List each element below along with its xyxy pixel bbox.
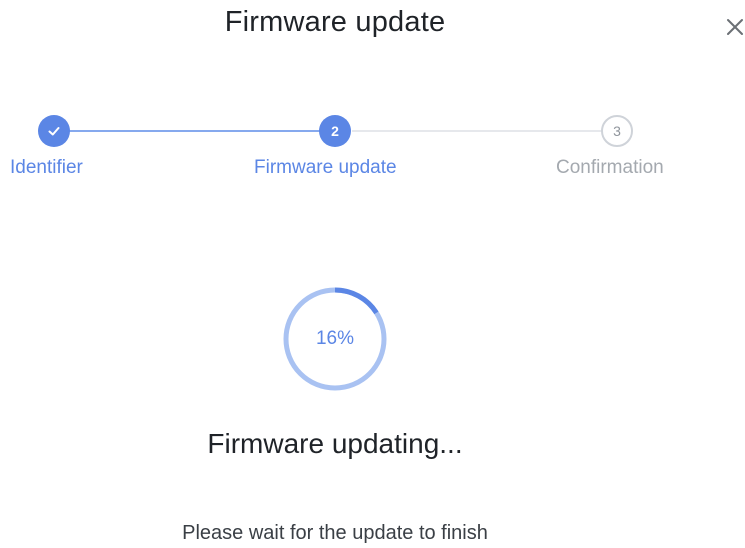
firmware-update-dialog: Firmware update 2 3 Identifier Firmware … bbox=[0, 0, 745, 548]
step-2-label[interactable]: Firmware update bbox=[254, 157, 397, 179]
status-subtitle: Please wait for the update to finish bbox=[182, 522, 488, 544]
step-connector-completed bbox=[56, 130, 334, 132]
progress-ring: 16% bbox=[280, 284, 390, 394]
progress-percent: 16% bbox=[315, 328, 355, 349]
check-icon bbox=[48, 127, 60, 136]
step-1-marker[interactable] bbox=[38, 115, 70, 147]
step-1-label[interactable]: Identifier bbox=[10, 157, 83, 179]
stepper: 2 3 Identifier Firmware update Confirmat… bbox=[0, 0, 745, 200]
step-3-marker[interactable]: 3 bbox=[601, 115, 633, 147]
status-title: Firmware updating... bbox=[207, 428, 463, 459]
step-2-marker[interactable]: 2 bbox=[319, 115, 351, 147]
step-connector-pending bbox=[352, 130, 602, 132]
step-3-label[interactable]: Confirmation bbox=[556, 157, 664, 179]
